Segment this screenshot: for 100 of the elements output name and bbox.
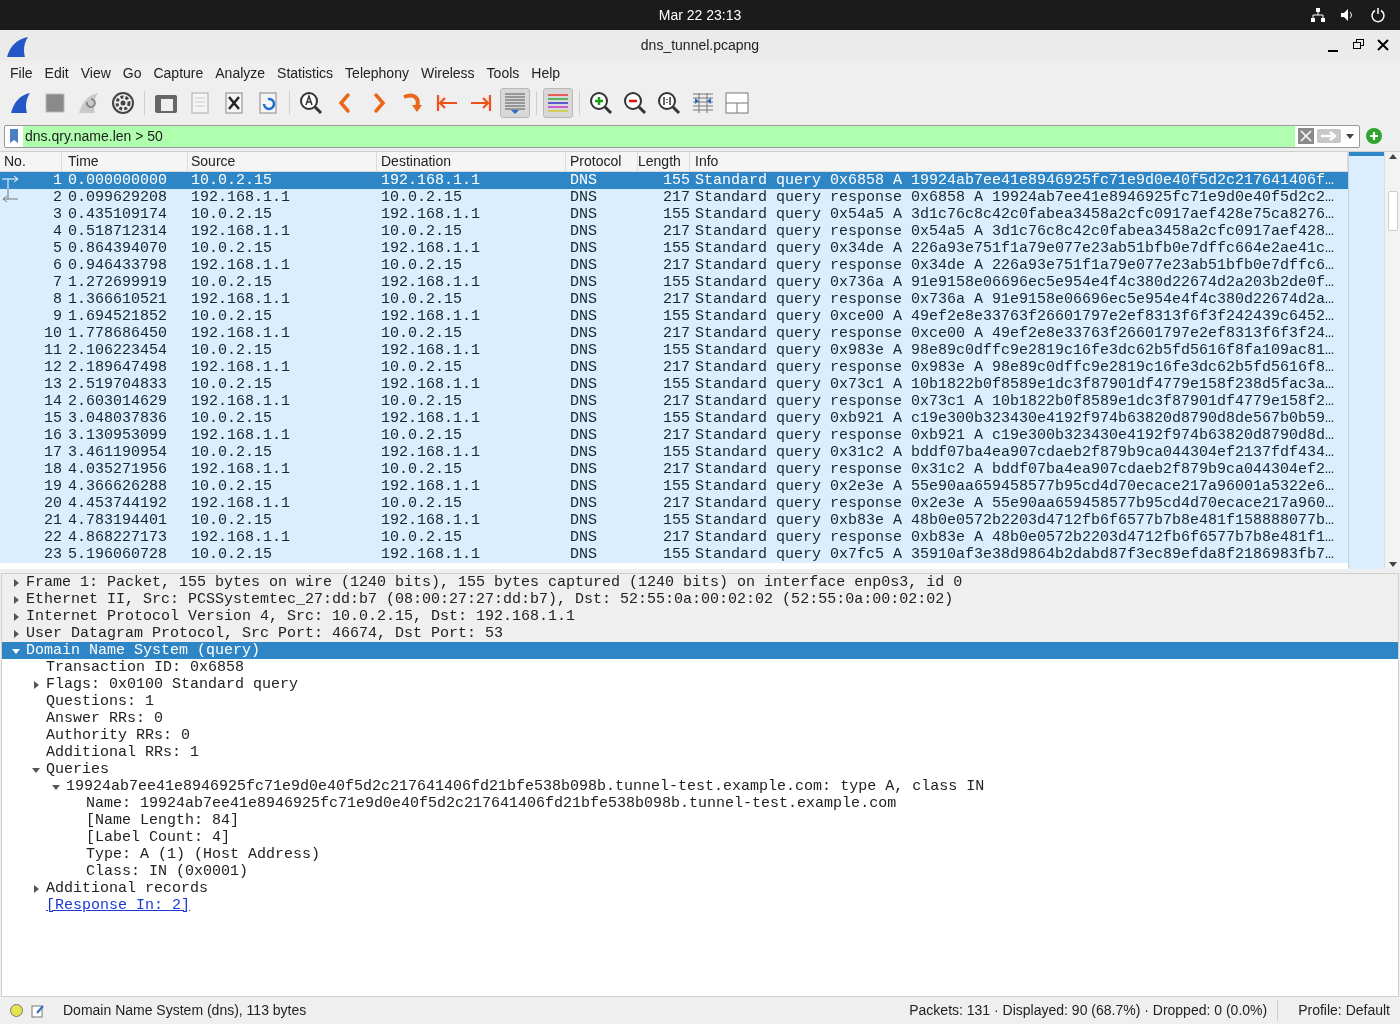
collapsed-arrow-icon[interactable] xyxy=(32,884,40,893)
table-cell-text: 4.035271956 xyxy=(67,461,169,478)
column-header[interactable]: Destination xyxy=(377,152,566,171)
column-header[interactable]: Length xyxy=(638,152,690,171)
table-cell-text: DNS xyxy=(569,240,598,257)
table-cell-text: Standard query response 0x31c2 A bddf07ba4ea907cdaeb2f879b9ca044304ef2… xyxy=(694,461,1336,478)
collapsed-arrow-icon[interactable] xyxy=(12,578,20,587)
packet-row[interactable]: 21 4.783194401 10.0.2.15 192.168.1.1 DNS 155 Standard query 0xb83e A 48b0e0572b2203d4712fb6f6577b7b8e481f158888077b… xyxy=(0,512,1348,529)
packet-row[interactable]: 14 2.603014629 192.168.1.1 10.0.2.15 DNS 217 Standard query response 0x73c1 A 10b1822b0f8589e1dc3f87901df4779e158f2… xyxy=(0,393,1348,410)
expanded-arrow-icon[interactable] xyxy=(32,765,40,774)
expanded-arrow-icon[interactable] xyxy=(52,782,60,791)
comment-icon[interactable] xyxy=(31,1003,45,1018)
expanded-arrow-icon[interactable] xyxy=(12,646,20,655)
column-header[interactable]: Time xyxy=(62,152,188,171)
menu-item[interactable]: Edit xyxy=(38,62,75,84)
packet-row[interactable]: 7 1.272699919 10.0.2.15 192.168.1.1 DNS 155 Standard query 0x736a A 91e9158e06696ec5e954e4f4c380d22674d2a203b2de0f… xyxy=(0,274,1348,291)
table-cell-text: 5 xyxy=(52,240,62,257)
packet-row[interactable]: 4 0.518712314 192.168.1.1 10.0.2.15 DNS 217 Standard query response 0x54a5 A 3d1c76c8c42c0fabea3458a2cfc0917aef428… xyxy=(0,223,1348,240)
profile-label[interactable]: Profile: Default xyxy=(1286,1000,1390,1021)
table-cell-text: 3.048037836 xyxy=(67,410,169,427)
detail-row[interactable]: Ethernet II, Src: PCSSystemtec_27:dd:b7 (08:00:27:27:dd:b7), Dst: 52:55:0a:00:02:02 (52:55:0a:00:02:02) xyxy=(2,591,1398,608)
menu-item[interactable]: Capture xyxy=(147,62,210,84)
packet-row[interactable]: 15 3.048037836 10.0.2.15 192.168.1.1 DNS 155 Standard query 0xb921 A c19e300b323430e4192f974b63820d8790d8de567b0b59… xyxy=(0,410,1348,427)
clock[interactable]: Mar 22 23:13 xyxy=(658,4,742,26)
packet-row[interactable]: 20 4.453744192 192.168.1.1 10.0.2.15 DNS 217 Standard query response 0x2e3e A 55e90aa659458577b95cd4d70ecace217a960… xyxy=(0,495,1348,512)
table-cell-text: Standard query 0x7fc5 A 35910af3e38d9864b2dabd87f3ec89efda8f2186983fb7… xyxy=(694,546,1336,563)
detail-row[interactable]: Internet Protocol Version 4, Src: 10.0.2.15, Dst: 192.168.1.1 xyxy=(2,608,1398,625)
table-cell-text: 23 xyxy=(43,546,62,563)
column-header[interactable]: Source xyxy=(188,152,377,171)
table-cell-text: Standard query response 0x6858 A 19924ab7ee41e8946925fc71e9d0e40f5d2c2… xyxy=(694,189,1336,206)
collapsed-arrow-icon[interactable] xyxy=(12,629,20,638)
collapsed-arrow-icon[interactable] xyxy=(12,595,20,604)
menu-item[interactable]: View xyxy=(74,62,117,84)
table-cell-text: 217 xyxy=(662,257,690,274)
detail-row[interactable]: User Datagram Protocol, Src Port: 46674, Dst Port: 53 xyxy=(2,625,1398,642)
scroll-up-icon[interactable] xyxy=(1388,154,1397,159)
column-header[interactable]: No. xyxy=(0,152,62,171)
autoscroll-icon xyxy=(502,90,528,116)
table-cell-text: 217 xyxy=(662,359,690,376)
menu-item[interactable]: Telephony xyxy=(339,62,415,84)
add-filter-button[interactable] xyxy=(1366,128,1382,144)
packet-row[interactable]: 2 0.099629208 192.168.1.1 10.0.2.15 DNS 217 Standard query response 0x6858 A 19924ab7ee41e8946925fc71e9d0e40f5d2c2… xyxy=(0,189,1348,206)
scrollbar-thumb[interactable] xyxy=(1387,190,1398,231)
link[interactable]: [Response In: 2] xyxy=(46,897,191,914)
table-cell-text: 192.168.1.1 xyxy=(380,240,482,257)
detail-row[interactable]: Domain Name System (query) xyxy=(2,642,1398,659)
collapsed-arrow-icon[interactable] xyxy=(12,612,20,621)
packet-row[interactable]: 5 0.864394070 10.0.2.15 192.168.1.1 DNS 155 Standard query 0x34de A 226a93e751f1a79e077e23ab51bfb0e7dffc664e2ae41c… xyxy=(0,240,1348,257)
table-cell-text: 10.0.2.15 xyxy=(190,274,273,291)
packet-row[interactable]: 10 1.778686450 192.168.1.1 10.0.2.15 DNS 217 Standard query response 0xce00 A 49ef2e8e33763f26601797e2ef8313f6f3f24… xyxy=(0,325,1348,342)
network-icon[interactable] xyxy=(1310,7,1326,23)
table-cell-text: DNS xyxy=(569,461,598,478)
scroll-down-icon[interactable] xyxy=(1388,562,1397,567)
packet-row[interactable]: 12 2.189647498 192.168.1.1 10.0.2.15 DNS 217 Standard query response 0x983e A 98e89c0dffc9e2819c16fe3dc62b5fd5616f8… xyxy=(0,359,1348,376)
table-cell-text: 192.168.1.1 xyxy=(190,359,292,376)
packet-row[interactable]: 18 4.035271956 192.168.1.1 10.0.2.15 DNS 217 Standard query response 0x31c2 A bddf07ba4ea907cdaeb2f879b9ca044304ef2… xyxy=(0,461,1348,478)
power-icon[interactable] xyxy=(1370,7,1386,23)
table-cell-text: 192.168.1.1 xyxy=(190,257,292,274)
table-cell-text: 192.168.1.1 xyxy=(190,189,292,206)
table-cell-text: 10.0.2.15 xyxy=(190,546,273,563)
packet-row[interactable]: 8 1.366610521 192.168.1.1 10.0.2.15 DNS 217 Standard query response 0x736a A 91e9158e06696ec5e954e4f4c380d22674d2a… xyxy=(0,291,1348,308)
menu-item[interactable]: Go xyxy=(116,62,148,84)
packet-row[interactable]: 22 4.868227173 192.168.1.1 10.0.2.15 DNS 217 Standard query response 0xb83e A 48b0e0572b2203d4712fb6f6577b7b8e481f1… xyxy=(0,529,1348,546)
collapsed-arrow-icon[interactable] xyxy=(32,680,40,689)
packet-row[interactable]: 13 2.519704833 10.0.2.15 192.168.1.1 DNS 155 Standard query 0x73c1 A 10b1822b0f8589e1dc3f87901df4779e158f238d5fac3a… xyxy=(0,376,1348,393)
table-cell-text: 10.0.2.15 xyxy=(190,376,273,393)
packet-row[interactable]: 11 2.106223454 10.0.2.15 192.168.1.1 DNS 155 Standard query 0x983e A 98e89c0dffc9e2819c16fe3dc62b5fd5616f8fa109ac81… xyxy=(0,342,1348,359)
table-cell-text: DNS xyxy=(569,512,598,529)
table-cell-text: 192.168.1.1 xyxy=(190,461,292,478)
table-cell-text: DNS xyxy=(569,393,598,410)
menu-item[interactable]: Wireless xyxy=(414,62,481,84)
packet-row[interactable]: 23 5.196060728 10.0.2.15 192.168.1.1 DNS 155 Standard query 0x7fc5 A 35910af3e38d9864b2dabd87f3ec89efda8f2186983fb7… xyxy=(0,546,1348,563)
packet-row[interactable]: 3 0.435109174 10.0.2.15 192.168.1.1 DNS 155 Standard query 0x54a5 A 3d1c76c8c42c0fabea3458a2cfc0917aef428e75ca8276… xyxy=(0,206,1348,223)
table-cell-text: 1.366610521 xyxy=(67,291,169,308)
packet-row[interactable]: 6 0.946433798 192.168.1.1 10.0.2.15 DNS 217 Standard query response 0x34de A 226a93e751f1a79e077e23ab51bfb0e7dffc6… xyxy=(0,257,1348,274)
packet-row[interactable]: 1 0.000000000 10.0.2.15 192.168.1.1 DNS 155 Standard query 0x6858 A 19924ab7ee41e8946925fc71e9d0e40f5d2c217641406f… xyxy=(0,172,1348,189)
menu-item[interactable]: File xyxy=(4,62,39,84)
menu-item[interactable]: Statistics xyxy=(271,62,340,84)
expert-info-icon[interactable] xyxy=(10,1004,23,1017)
packet-row[interactable]: 17 3.461190954 10.0.2.15 192.168.1.1 DNS 155 Standard query 0x31c2 A bddf07ba4ea907cdaeb2f879b9ca044304ef2137fdf434… xyxy=(0,444,1348,461)
table-cell-text: 0.518712314 xyxy=(67,223,169,240)
scrollbar[interactable] xyxy=(1384,152,1400,569)
column-header[interactable]: Protocol xyxy=(566,152,638,171)
menu-item[interactable]: Tools xyxy=(480,62,526,84)
maximize-button[interactable] xyxy=(1352,38,1366,52)
table-cell-text: 2 xyxy=(52,189,62,206)
table-cell-text: Standard query response 0x2e3e A 55e90aa659458577b95cd4d70ecace217a960… xyxy=(694,495,1336,512)
packet-row[interactable]: 9 1.694521852 10.0.2.15 192.168.1.1 DNS 155 Standard query 0xce00 A 49ef2e8e33763f26601797e2ef8313f6f3f242439c6452… xyxy=(0,308,1348,325)
table-cell-text: 13 xyxy=(43,376,62,393)
menu-item[interactable]: Help xyxy=(525,62,567,84)
table-cell-text: Standard query 0x2e3e A 55e90aa659458577b95cd4d70ecace217a96001a5322e6… xyxy=(694,478,1336,495)
detail-row[interactable]: Frame 1: Packet, 155 bytes on wire (1240 bits), 155 bytes captured (1240 bits) on interface enp0s3, id 0 xyxy=(2,574,1398,591)
packet-row[interactable]: 19 4.366626288 10.0.2.15 192.168.1.1 DNS 155 Standard query 0x2e3e A 55e90aa659458577b95cd4d70ecace217a96001a5322e6… xyxy=(0,478,1348,495)
resize-columns-icon xyxy=(690,90,716,116)
table-cell-text: DNS xyxy=(569,189,598,206)
table-cell-text: 8 xyxy=(52,291,62,308)
packet-row[interactable]: 16 3.130953099 192.168.1.1 10.0.2.15 DNS 217 Standard query response 0xb921 A c19e300b323430e4192f974b63820d8790d8d… xyxy=(0,427,1348,444)
table-cell-text: 155 xyxy=(662,410,690,427)
close-button[interactable] xyxy=(1376,38,1390,52)
menu-item[interactable]: Analyze xyxy=(209,62,272,84)
